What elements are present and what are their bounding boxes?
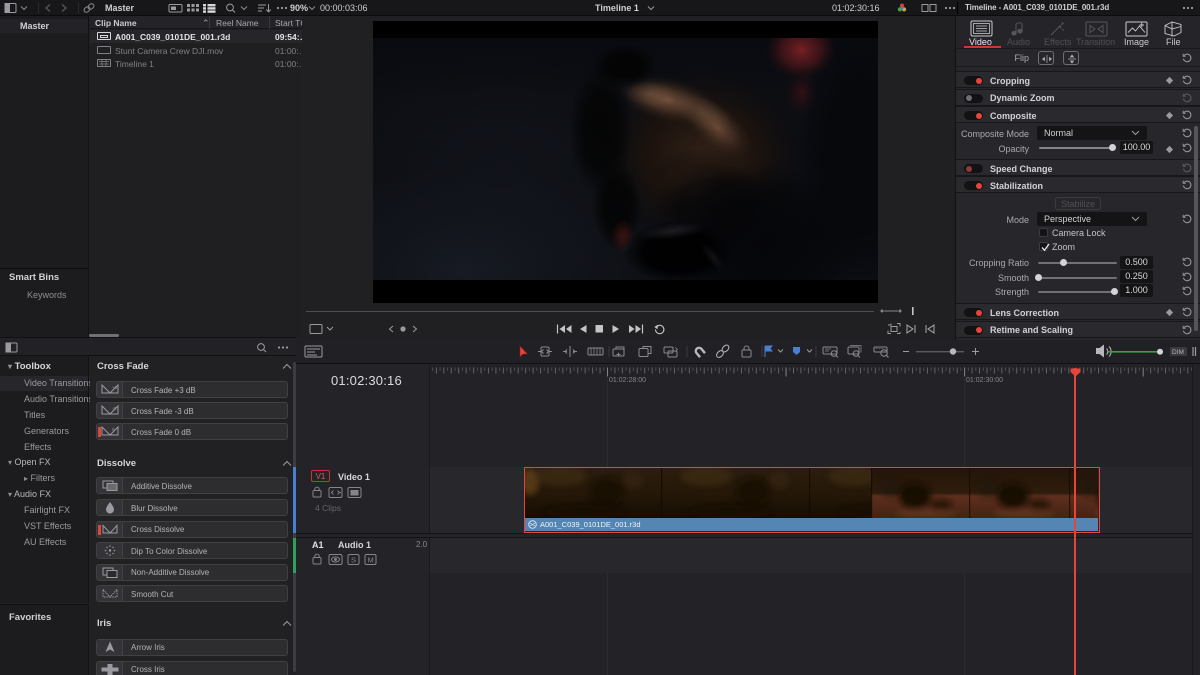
svg-text:M: M xyxy=(368,556,374,565)
svg-text:DIM: DIM xyxy=(1172,349,1184,356)
svg-text:0: 0 xyxy=(112,427,115,432)
svg-text:-3: -3 xyxy=(112,406,116,411)
svg-text:+3: +3 xyxy=(112,385,118,390)
svg-text:S: S xyxy=(351,556,356,565)
